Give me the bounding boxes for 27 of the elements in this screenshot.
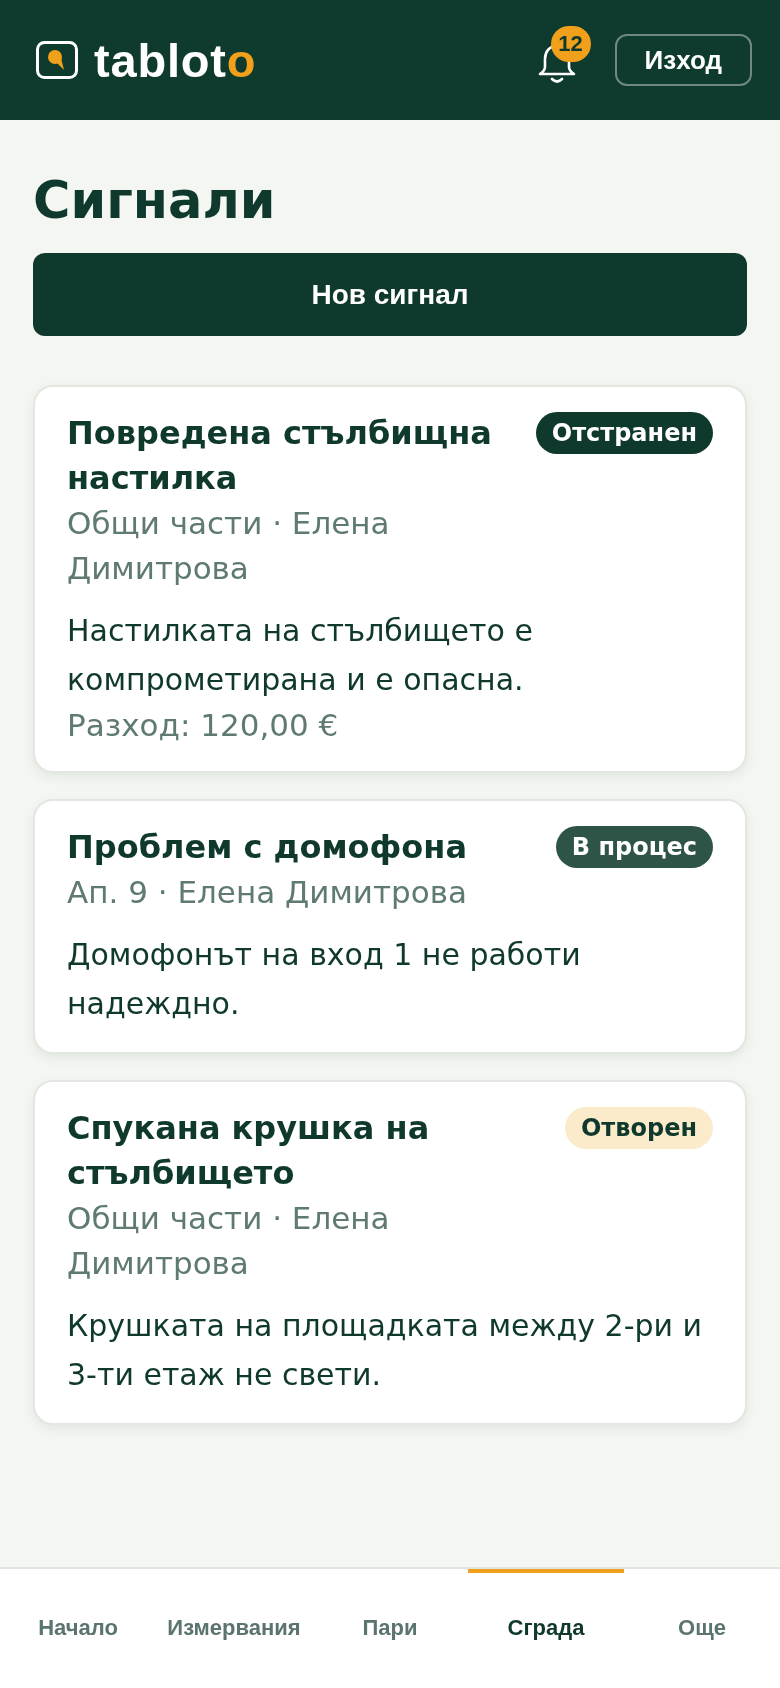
signal-title: Повредена стълбищна настилка — [67, 413, 493, 500]
status-badge: Отстранен — [535, 412, 713, 455]
logout-button[interactable]: Изход — [614, 34, 752, 86]
signal-title: Спукана крушка на стълбището — [67, 1108, 431, 1195]
nav-tab[interactable]: Сграда — [468, 1569, 624, 1688]
new-signal-button[interactable]: Нов сигнал — [33, 253, 747, 337]
signal-meta: Ап. 9 · Елена Димитрова — [67, 873, 468, 913]
brand-wordmark: tabloto — [94, 36, 257, 84]
nav-tab[interactable]: Начало — [0, 1569, 156, 1688]
signal-card[interactable]: Спукана крушка на стълбището Общи части · Елена Димитрова Отворен Крушката на площадката между 2-ри и 3-ти етаж не свети. — [33, 1080, 747, 1426]
signal-description: Домофонът на вход 1 не работи надеждно. — [67, 936, 582, 1024]
status-badge: В процес — [555, 826, 713, 869]
nav-tab[interactable]: Още — [624, 1569, 780, 1688]
nav-tab[interactable]: Пари — [312, 1569, 468, 1688]
expense-amount: Разход: 120,00 € — [67, 706, 340, 746]
signal-title: Проблем с домофона — [67, 827, 468, 869]
status-badge: Отворен — [564, 1107, 713, 1150]
signal-description: Крушката на площадката между 2-ри и 3-ти етаж не свети. — [67, 1307, 704, 1395]
signal-card[interactable]: Проблем с домофона Ап. 9 · Елена Димитрова В процес Домофонът на вход 1 не работи надеждно. — [33, 799, 747, 1055]
notification-count: 12 — [550, 26, 591, 62]
signal-card[interactable]: Повредена стълбищна настилка Общи части · Елена Димитрова Отстранен Настилката на стълбището е компрометирана и е опасна. Разход: 120,00 € — [33, 385, 747, 774]
logo-icon — [36, 41, 78, 79]
signal-meta: Общи части · Елена Димитрова — [67, 504, 391, 589]
signal-meta: Общи части · Елена Димитрова — [67, 1199, 391, 1284]
page-title: Сигнали — [33, 170, 277, 232]
nav-tab[interactable]: Измервания — [156, 1569, 312, 1688]
signal-description: Настилката на стълбището е компрометирана и е опасна. — [67, 612, 534, 700]
